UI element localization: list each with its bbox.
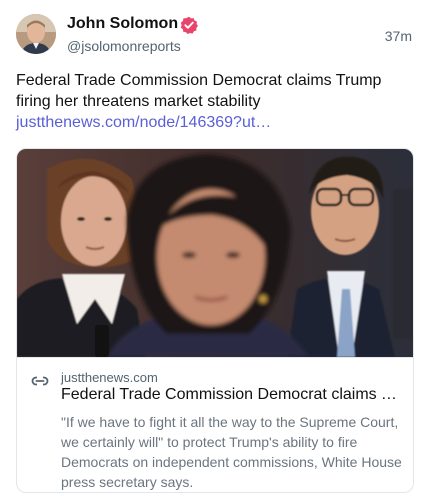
post-text: Federal Trade Commission Democrat claims…	[16, 70, 416, 133]
post-link[interactable]: justthenews.com/node/146369?ut…	[16, 114, 271, 131]
verified-badge-icon	[180, 16, 198, 34]
card-title[interactable]: Federal Trade Commission Democrat claims…	[61, 386, 401, 404]
card-description: "If we have to fight it all the way to t…	[61, 414, 402, 490]
post-timestamp[interactable]: 37m	[385, 28, 412, 44]
card-body: justthenews.com Federal Trade Commission…	[17, 357, 413, 492]
link-card[interactable]: justthenews.com Federal Trade Commission…	[16, 148, 414, 493]
post-body: Federal Trade Commission Democrat claims…	[16, 72, 382, 110]
card-domain: justthenews.com	[61, 370, 158, 385]
card-image[interactable]	[17, 149, 413, 357]
author-handle[interactable]: @jsolomonreports	[67, 38, 181, 54]
link-icon	[31, 372, 49, 390]
avatar[interactable]	[16, 14, 56, 54]
post: John Solomon @jsolomonreports 37m Federa…	[0, 0, 430, 500]
author-name[interactable]: John Solomon	[67, 15, 178, 33]
